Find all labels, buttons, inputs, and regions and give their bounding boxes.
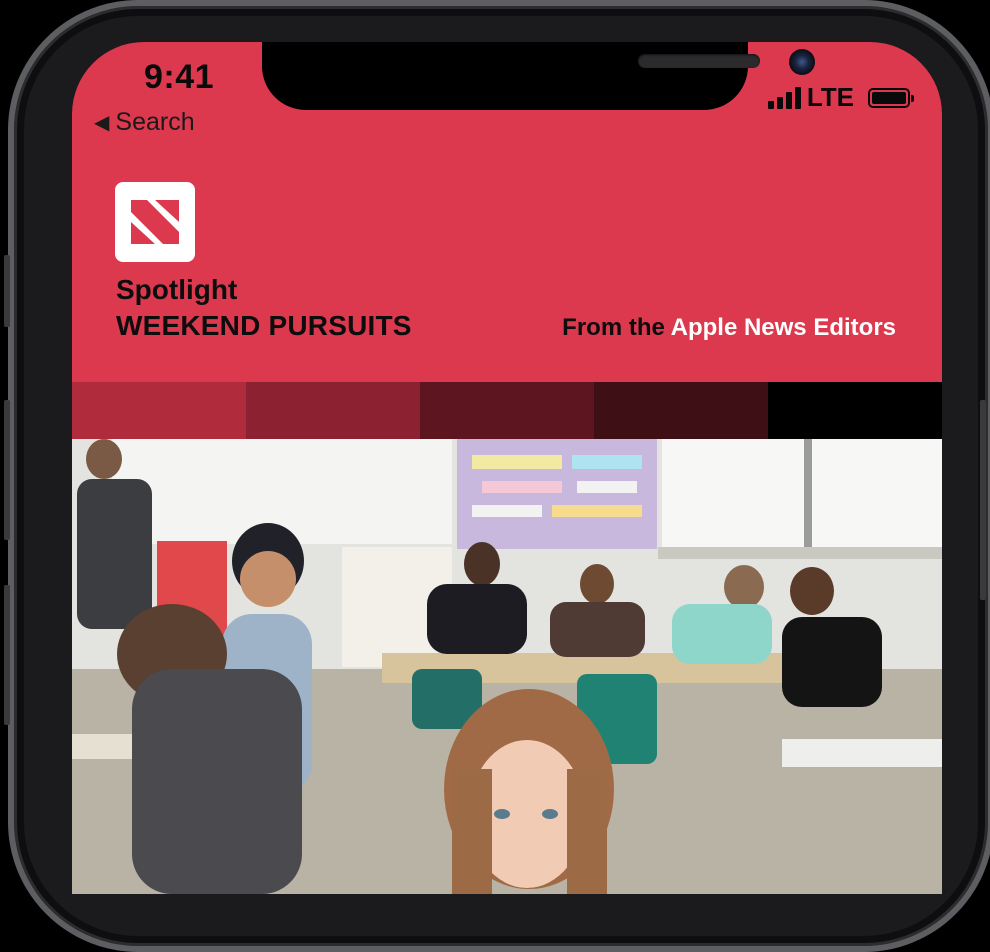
byline: From the Apple News Editors [562,314,896,342]
back-to-search-button[interactable]: ◀ Search [94,108,195,137]
battery-icon [868,87,914,108]
color-swatch [768,382,942,439]
byline-prefix: From the [562,314,665,341]
volume-up-button [4,400,10,540]
side-button [980,400,986,600]
back-arrow-icon: ◀ [94,111,110,134]
status-indicators: LTE [767,82,914,113]
status-time: 9:41 [144,58,215,96]
color-swatch [594,382,768,439]
volume-down-button [4,585,10,725]
mute-switch [4,255,10,327]
earpiece-speaker [638,54,760,68]
color-swatch [246,382,420,439]
byline-source[interactable]: Apple News Editors [671,314,896,341]
apple-news-icon[interactable] [115,182,195,262]
color-swatch [420,382,594,439]
phone-screen: 9:41 ◀ Search LTE Spotlight WEEKEND PURS… [72,42,942,894]
color-strip [72,382,942,439]
color-swatch [72,382,246,439]
notch [262,42,815,110]
classroom-photo [72,439,942,894]
hero-image[interactable] [72,439,942,894]
battery-level [872,91,906,104]
cellular-signal-icon [767,86,801,109]
network-type: LTE [806,82,854,112]
section-title: WEEKEND PURSUITS [116,310,412,341]
spotlight-label: Spotlight [116,274,238,305]
front-camera [789,49,815,75]
back-label: Search [115,108,195,136]
